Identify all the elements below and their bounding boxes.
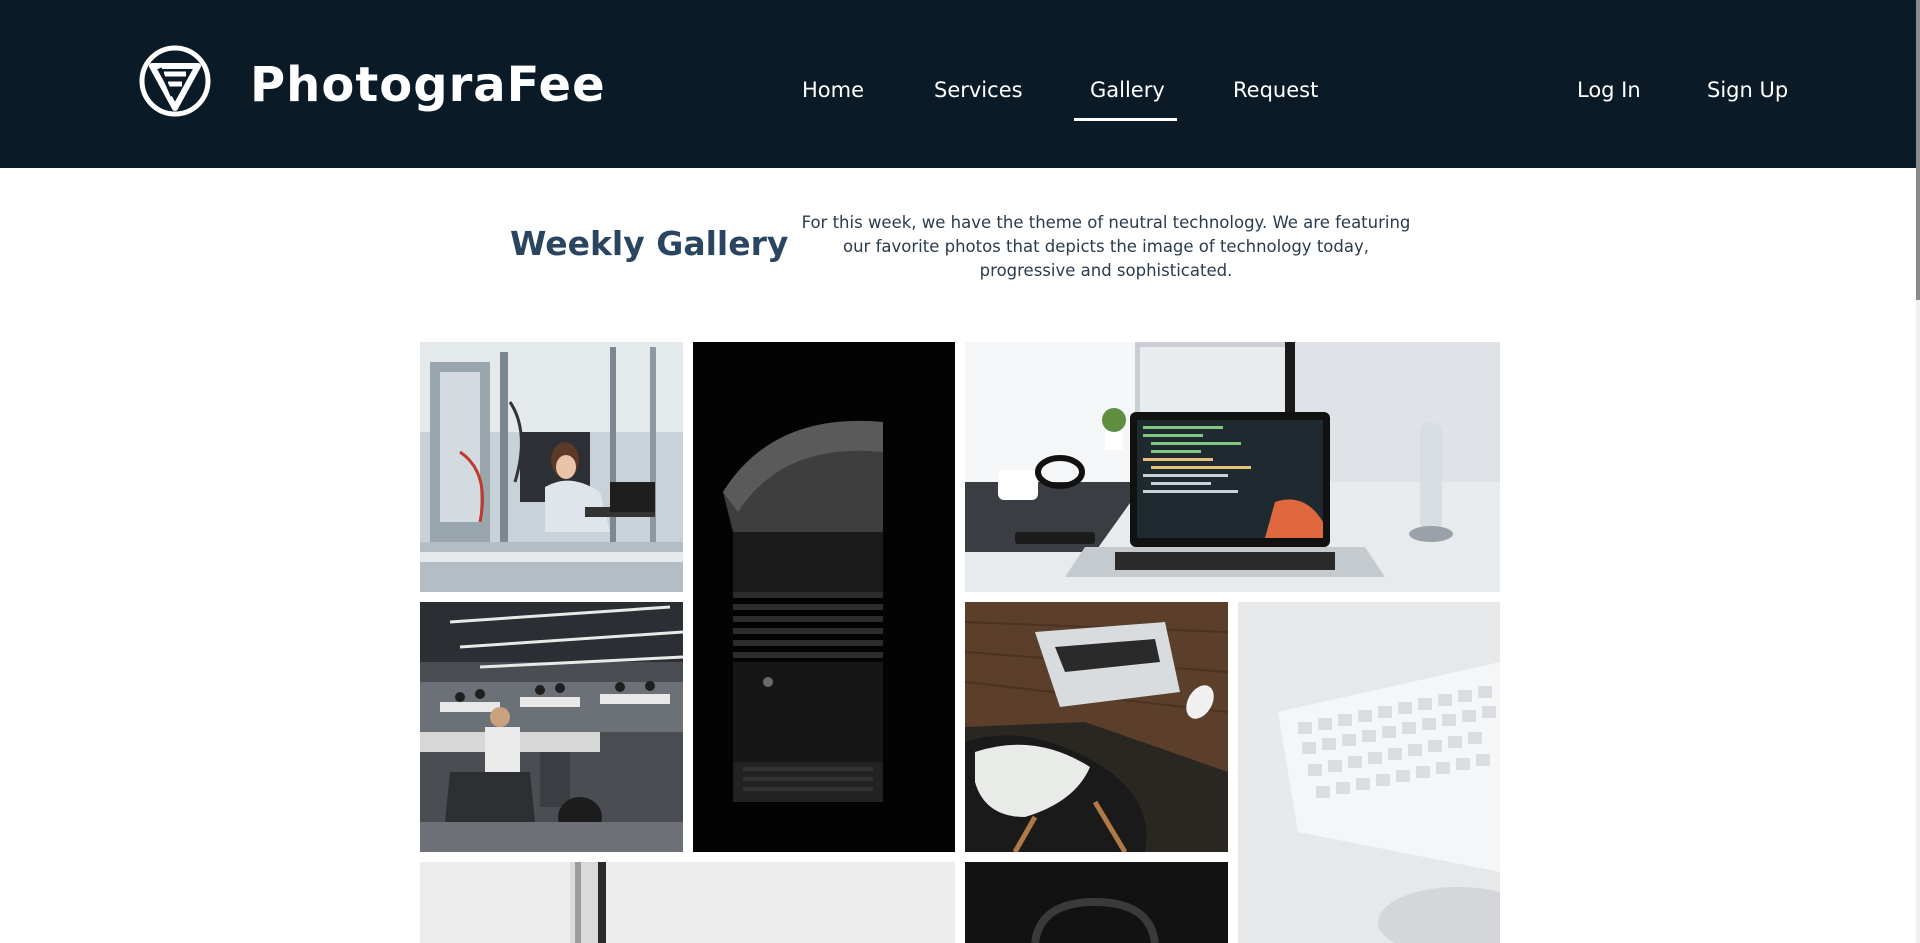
login-link[interactable]: Log In — [1577, 76, 1641, 104]
nav-active-indicator — [1074, 118, 1177, 121]
gallery-photo-office[interactable] — [420, 602, 683, 852]
nav-home[interactable]: Home — [802, 76, 864, 104]
nav-gallery[interactable]: Gallery — [1090, 76, 1165, 104]
page-title: Weekly Gallery — [510, 224, 789, 263]
woman-working-laptop-in-lab-photo — [420, 342, 683, 592]
gallery-photo-window[interactable] — [420, 862, 955, 943]
nav-services[interactable]: Services — [934, 76, 1023, 104]
gallery-photo-headphones[interactable] — [965, 862, 1228, 943]
brand-name[interactable]: PhotograFee — [250, 53, 606, 117]
open-office-workers-photo — [420, 602, 683, 852]
gallery-photo-keyboard[interactable] — [1238, 602, 1500, 943]
dark-headphones-photo — [965, 862, 1228, 943]
laptop-on-wooden-desk-with-chair-photo — [965, 602, 1228, 852]
laptop-code-on-desk-photo — [965, 342, 1500, 592]
gallery-photo-lab-worker[interactable] — [420, 342, 683, 592]
gallery-photo-laptop-code[interactable] — [965, 342, 1500, 592]
gallery-photo-laptop-desk[interactable] — [965, 602, 1228, 852]
gallery-photo-camera-lens[interactable] — [693, 342, 955, 852]
white-keyboard-closeup-photo — [1238, 602, 1500, 943]
white-wall-window-photo — [420, 862, 955, 943]
scrollbar-thumb[interactable] — [1916, 0, 1920, 300]
camera-lens-dark-photo — [693, 342, 955, 852]
photografee-logo-icon[interactable] — [138, 44, 212, 118]
gallery-description: For this week, we have the theme of neut… — [801, 213, 1411, 280]
nav-request[interactable]: Request — [1233, 76, 1318, 104]
site-header: PhotograFee Home Services Gallery Reques… — [0, 0, 1920, 168]
signup-link[interactable]: Sign Up — [1707, 76, 1788, 104]
page-scrollbar[interactable] — [1916, 0, 1920, 943]
